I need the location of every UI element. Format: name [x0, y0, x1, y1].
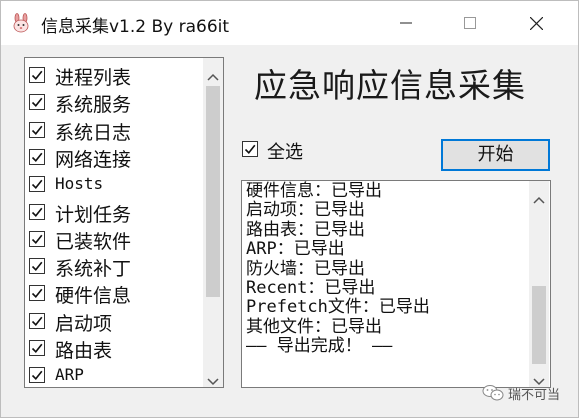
- log-lines: 硬件信息：已导出 启动项：已导出 路由表：已导出 ARP：已导出 防火墙：已导出…: [246, 181, 526, 357]
- checkbox[interactable]: [29, 340, 45, 356]
- start-button[interactable]: 开始: [441, 139, 550, 171]
- checkbox[interactable]: [29, 230, 45, 247]
- checkmark-icon: [31, 98, 43, 108]
- list-item-label: 系统日志: [55, 121, 132, 144]
- watermark-text: 瑞不可当: [508, 388, 561, 403]
- checkbox[interactable]: [29, 148, 45, 165]
- select-all-toggle[interactable]: 全选: [242, 139, 322, 163]
- list-item-label: 进程列表: [55, 67, 132, 89]
- list-item[interactable]: 已装软件: [25, 226, 201, 253]
- list-scrollbar[interactable]: [203, 58, 223, 387]
- page-heading: 应急响应信息采集: [254, 66, 526, 105]
- checkbox[interactable]: [29, 203, 45, 220]
- checkmark-icon: [31, 70, 43, 81]
- log-line: ARP：已导出: [246, 239, 345, 260]
- checkmark-icon: [31, 179, 43, 190]
- scroll-down-icon[interactable]: [207, 371, 219, 387]
- checkmark-icon: [31, 343, 43, 354]
- log-line: 硬件信息：已导出: [246, 181, 382, 201]
- log-line: 路由表：已导出: [246, 219, 365, 240]
- close-button[interactable]: [513, 1, 559, 45]
- list-item[interactable]: 进程列表: [25, 62, 201, 89]
- list-item-label: 系统服务: [55, 94, 132, 117]
- list-item[interactable]: 系统补丁: [25, 253, 201, 280]
- checkbox[interactable]: [29, 176, 45, 193]
- list-item[interactable]: 系统服务: [25, 89, 201, 116]
- list-item-label: 系统补丁: [55, 258, 132, 281]
- list-item-label: 路由表: [55, 340, 113, 362]
- scroll-up-icon[interactable]: [207, 66, 219, 85]
- log-scrollbar[interactable]: [529, 181, 549, 387]
- checkmark-icon: [31, 289, 43, 299]
- minimize-icon: [400, 22, 412, 24]
- checkmark-icon: [31, 316, 43, 326]
- list-item[interactable]: 计划任务: [25, 199, 201, 226]
- minimize-button[interactable]: [383, 1, 429, 45]
- scroll-up-icon[interactable]: [533, 189, 545, 208]
- checkbox[interactable]: [29, 121, 45, 138]
- watermark: 瑞不可当: [478, 382, 578, 404]
- app-window: 信息采集v1.2 By ra66it 进程列表 系统服务 系统日志 网络连接 H…: [0, 0, 579, 418]
- maximize-button[interactable]: [447, 1, 493, 45]
- close-icon: [530, 17, 543, 30]
- checkmark-icon: [31, 261, 43, 272]
- list-item-label: 启动项: [55, 312, 113, 335]
- list-item[interactable]: 硬件信息: [25, 280, 201, 307]
- list-item-label: 已装软件: [55, 230, 132, 253]
- log-line: Recent：已导出: [246, 277, 376, 298]
- log-line: 防火墙：已导出: [246, 258, 365, 279]
- collection-items-list[interactable]: 进程列表 系统服务 系统日志 网络连接 Hosts 计划任务 已装软件 系统补丁…: [24, 57, 224, 388]
- chat-bubble-icon: [482, 384, 504, 406]
- checkmark-icon: [31, 207, 43, 217]
- checkbox[interactable]: [29, 367, 45, 384]
- checkmark-icon: [31, 371, 43, 381]
- checkbox[interactable]: [29, 94, 45, 111]
- list-item-label: 计划任务: [55, 203, 132, 226]
- list-item[interactable]: 系统日志: [25, 117, 201, 144]
- list-item[interactable]: 启动项: [25, 308, 201, 335]
- select-all-label: 全选: [267, 142, 303, 163]
- checkbox[interactable]: [29, 312, 45, 329]
- scroll-thumb[interactable]: [532, 286, 546, 364]
- rabbit-app-icon: [11, 13, 31, 33]
- checkmark-icon: [244, 144, 256, 155]
- log-line: 其他文件：已导出: [246, 316, 382, 337]
- checkbox[interactable]: [29, 258, 45, 275]
- maximize-icon: [464, 17, 476, 29]
- select-all-checkbox[interactable]: [242, 141, 258, 157]
- checkmark-icon: [31, 152, 43, 162]
- checkmark-icon: [31, 125, 43, 135]
- list-item-label: 硬件信息: [55, 285, 132, 308]
- checkmark-icon: [31, 234, 43, 244]
- log-line: Prefetch文件：已导出: [246, 297, 430, 318]
- scroll-thumb[interactable]: [206, 86, 220, 297]
- window-title: 信息采集v1.2 By ra66it: [41, 17, 230, 37]
- log-line: 启动项：已导出: [246, 200, 365, 221]
- list-item-label: ARP: [55, 365, 84, 385]
- list-item[interactable]: 路由表: [25, 335, 201, 362]
- log-line: —— 导出完成！ ——: [246, 336, 393, 357]
- list-item[interactable]: Hosts: [25, 171, 201, 198]
- log-output[interactable]: 硬件信息：已导出 启动项：已导出 路由表：已导出 ARP：已导出 防火墙：已导出…: [241, 180, 551, 388]
- list-item-label: 网络连接: [55, 148, 132, 171]
- list-item-label: Hosts: [55, 174, 104, 194]
- checkbox[interactable]: [29, 67, 45, 83]
- list-item[interactable]: ARP: [25, 362, 201, 387]
- title-bar[interactable]: 信息采集v1.2 By ra66it: [1, 1, 578, 45]
- list-item[interactable]: 网络连接: [25, 144, 201, 171]
- checkbox[interactable]: [29, 285, 45, 302]
